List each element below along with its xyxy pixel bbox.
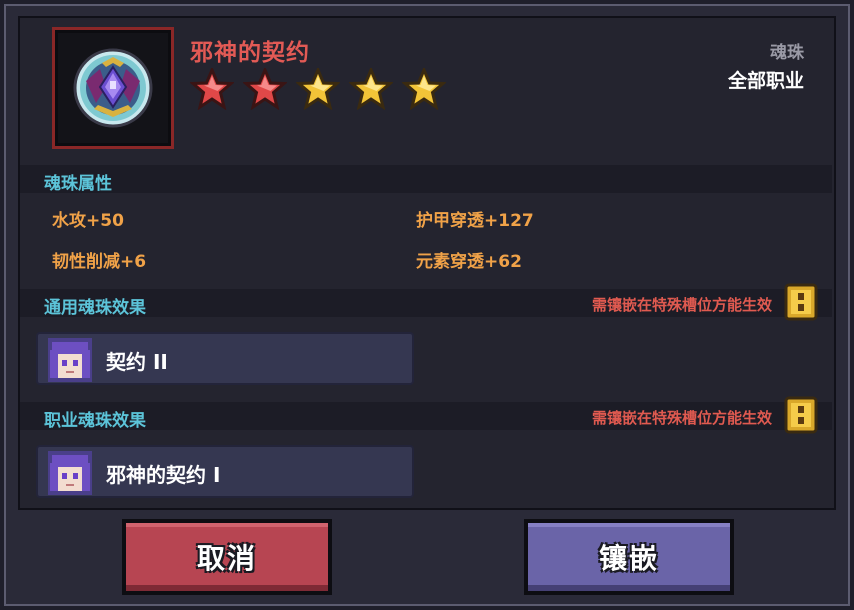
star-icon [296,68,340,110]
star-icon [402,68,446,110]
stat-water-attack: 水攻+50 [52,211,124,231]
stat-armor-penetration: 护甲穿透+127 [416,211,534,231]
class-effect-label: 邪神的契约 I [106,463,221,487]
general-effect-note: 需镶嵌在特殊槽位方能生效 [591,296,772,314]
general-effect-card[interactable]: 契约 II [36,332,414,385]
stat-element-penetration: 元素穿透+62 [416,252,522,272]
general-effect-title: 通用魂珠效果 [44,298,146,318]
star-icon [243,68,287,110]
star-rating [190,68,446,110]
star-icon [349,68,393,110]
attributes-header: 魂珠属性 [20,165,832,194]
class-effect-title: 职业魂珠效果 [44,411,146,431]
class-effect-header: 职业魂珠效果 需镶嵌在特殊槽位方能生效 [20,396,832,434]
item-icon-frame [52,27,174,149]
inlay-button[interactable]: 镶嵌 [524,519,734,595]
class-effect-card[interactable]: 邪神的契约 I [36,445,414,498]
attributes-title: 魂珠属性 [44,174,112,194]
star-icon [190,68,234,110]
soul-orb-icon [73,48,153,128]
slot-lock-icon[interactable] [784,283,818,321]
class-effect-note: 需镶嵌在特殊槽位方能生效 [591,409,772,427]
slot-lock-icon[interactable] [784,396,818,434]
item-name: 邪神的契约 [190,40,310,66]
general-effect-label: 契约 II [106,350,168,374]
general-effect-header: 通用魂珠效果 需镶嵌在特殊槽位方能生效 [20,283,832,321]
item-type: 魂珠 [770,43,804,63]
stat-tenacity-reduction: 韧性削减+6 [52,252,147,272]
item-class: 全部职业 [727,70,804,92]
character-avatar-icon [48,451,92,495]
character-avatar-icon [48,338,92,382]
cancel-button[interactable]: 取消 [122,519,332,595]
